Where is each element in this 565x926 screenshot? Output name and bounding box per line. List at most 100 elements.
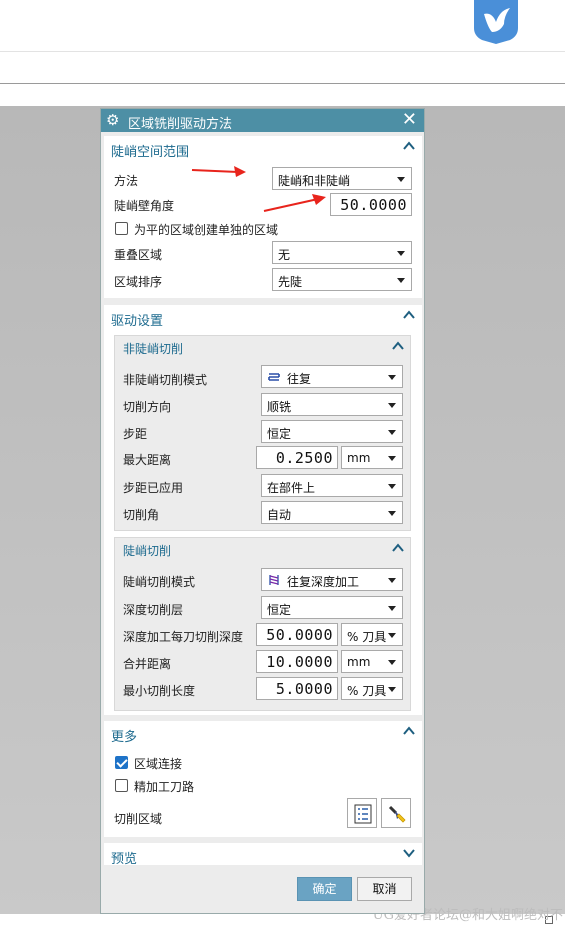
cut-region-label: 切削区域 xyxy=(114,812,163,826)
method-dropdown[interactable]: 陡峭和非陡峭 xyxy=(272,167,412,190)
preview-section[interactable]: 预览 xyxy=(104,843,422,867)
max-distance-unit: mm xyxy=(347,451,371,465)
region-list-button[interactable] xyxy=(347,798,377,828)
nonsteep-mode-value: 往复 xyxy=(287,372,312,386)
top-bar xyxy=(0,0,565,52)
stepover-label: 步距 xyxy=(123,427,148,441)
group-title: 陡峭切削 xyxy=(123,544,172,558)
overlap-value: 无 xyxy=(278,248,291,262)
dialog-title: 区域铣削驱动方法 xyxy=(128,117,233,132)
depth-per-cut-input[interactable]: 50.0000 xyxy=(256,623,338,646)
dropdown-arrow-icon xyxy=(388,687,396,692)
min-cut-length-input[interactable]: 5.0000 xyxy=(256,677,338,700)
bird-logo-icon xyxy=(470,0,522,44)
steep-angle-input[interactable]: 50.0000 xyxy=(330,193,412,216)
chevron-up-icon[interactable] xyxy=(402,139,416,153)
direction-dropdown[interactable]: 顺铣 xyxy=(261,393,403,416)
more-section: 更多 区域连接 精加工刀路 切削区域 xyxy=(104,721,422,837)
direction-value: 顺铣 xyxy=(267,400,292,414)
merge-distance-unit: mm xyxy=(347,655,371,669)
dropdown-arrow-icon xyxy=(388,456,396,461)
steep-mode-label: 陡峭切削模式 xyxy=(123,575,196,589)
min-cut-length-unit: % 刀具 xyxy=(347,684,387,698)
zigzag-depth-icon xyxy=(267,573,281,587)
dropdown-arrow-icon xyxy=(388,578,396,583)
flashlight-icon xyxy=(388,805,406,823)
depth-per-cut-label: 深度加工每刀切削深度 xyxy=(123,630,244,644)
depth-per-cut-unit-dropdown[interactable]: % 刀具 xyxy=(341,623,403,646)
close-icon[interactable]: ✕ xyxy=(402,109,417,130)
dialog-titlebar: ⚙ 区域铣削驱动方法 ✕ xyxy=(101,109,424,132)
direction-label: 切削方向 xyxy=(123,400,172,414)
nonsteep-cut-group: 非陡峭切削 非陡峭切削模式 往复 切削方向 顺铣 步距 恒定 最大距离 0.25… xyxy=(114,335,411,531)
finish-pass-checkbox[interactable] xyxy=(115,779,128,792)
min-cut-length-label: 最小切削长度 xyxy=(123,684,196,698)
chevron-up-icon[interactable] xyxy=(391,339,405,353)
section-title: 驱动设置 xyxy=(111,314,164,329)
depth-level-dropdown[interactable]: 恒定 xyxy=(261,596,403,619)
steep-angle-label: 陡峭壁角度 xyxy=(114,199,175,213)
chevron-up-icon[interactable] xyxy=(402,724,416,738)
merge-distance-label: 合并距离 xyxy=(123,657,172,671)
method-value: 陡峭和非陡峭 xyxy=(278,174,351,188)
flashlight-button[interactable] xyxy=(381,798,411,828)
flat-region-checkbox[interactable] xyxy=(115,222,128,235)
applied-dropdown[interactable]: 在部件上 xyxy=(261,474,403,497)
list-icon xyxy=(354,804,372,824)
finish-pass-label: 精加工刀路 xyxy=(134,780,195,794)
nonsteep-cut-header[interactable]: 非陡峭切削 xyxy=(115,336,410,358)
max-distance-label: 最大距离 xyxy=(123,453,172,467)
region-connect-checkbox[interactable] xyxy=(115,756,128,769)
depth-level-label: 深度切削层 xyxy=(123,603,184,617)
order-dropdown[interactable]: 先陡 xyxy=(272,268,412,291)
cancel-button[interactable]: 取消 xyxy=(357,877,412,901)
stepover-dropdown[interactable]: 恒定 xyxy=(261,420,403,443)
chevron-up-icon[interactable] xyxy=(391,541,405,555)
address-bar xyxy=(0,52,565,84)
drive-settings-section: 驱动设置 非陡峭切削 非陡峭切削模式 往复 切削方向 顺铣 步距 恒定 最大距离 xyxy=(104,305,422,715)
order-label: 区域排序 xyxy=(114,275,163,289)
section-title: 预览 xyxy=(111,852,138,867)
area-milling-drive-dialog: ⚙ 区域铣削驱动方法 ✕ 陡峭空间范围 方法 陡峭和非陡峭 陡峭壁角度 50.0… xyxy=(100,108,425,914)
nonsteep-mode-dropdown[interactable]: 往复 xyxy=(261,365,403,388)
steep-mode-dropdown[interactable]: 往复深度加工 xyxy=(261,568,403,591)
zigzag-icon xyxy=(267,370,281,384)
section-title: 更多 xyxy=(111,730,138,745)
overlap-dropdown[interactable]: 无 xyxy=(272,241,412,264)
dropdown-arrow-icon xyxy=(388,430,396,435)
dropdown-arrow-icon xyxy=(388,375,396,380)
min-cut-length-value: 5.0000 xyxy=(275,680,333,698)
steep-angle-value: 50.0000 xyxy=(340,196,407,214)
chevron-up-icon[interactable] xyxy=(402,308,416,322)
steep-cut-group: 陡峭切削 陡峭切削模式 往复深度加工 深度切削层 恒定 深度加工每刀切削深度 5… xyxy=(114,537,411,711)
dropdown-arrow-icon xyxy=(388,403,396,408)
dropdown-arrow-icon xyxy=(388,660,396,665)
preview-header[interactable]: 预览 xyxy=(104,843,422,867)
red-arrow-icon xyxy=(191,166,246,177)
group-title: 非陡峭切削 xyxy=(123,342,184,356)
merge-distance-unit-dropdown[interactable]: mm xyxy=(341,650,403,673)
chevron-down-icon[interactable] xyxy=(402,846,416,860)
nonsteep-mode-label: 非陡峭切削模式 xyxy=(123,373,208,387)
drive-settings-header[interactable]: 驱动设置 xyxy=(104,305,422,329)
red-arrow-icon xyxy=(263,194,326,212)
ok-button[interactable]: 确定 xyxy=(297,877,352,901)
max-distance-input[interactable]: 0.2500 xyxy=(256,446,338,469)
dropdown-arrow-icon xyxy=(388,606,396,611)
region-connect-label: 区域连接 xyxy=(134,757,183,771)
applied-value: 在部件上 xyxy=(267,481,316,495)
cut-angle-dropdown[interactable]: 自动 xyxy=(261,501,403,524)
steep-mode-value: 往复深度加工 xyxy=(287,575,360,589)
max-distance-unit-dropdown[interactable]: mm xyxy=(341,446,403,469)
more-header[interactable]: 更多 xyxy=(104,721,422,745)
dropdown-arrow-icon xyxy=(388,484,396,489)
merge-distance-input[interactable]: 10.0000 xyxy=(256,650,338,673)
steep-range-header[interactable]: 陡峭空间范围 xyxy=(104,136,422,160)
dropdown-arrow-icon xyxy=(397,177,405,182)
depth-per-cut-unit: % 刀具 xyxy=(347,630,387,644)
applied-label: 步距已应用 xyxy=(123,481,184,495)
toolbar-strip xyxy=(0,84,565,106)
steep-cut-header[interactable]: 陡峭切削 xyxy=(115,538,410,560)
min-cut-length-unit-dropdown[interactable]: % 刀具 xyxy=(341,677,403,700)
gear-icon[interactable]: ⚙ xyxy=(106,111,119,129)
